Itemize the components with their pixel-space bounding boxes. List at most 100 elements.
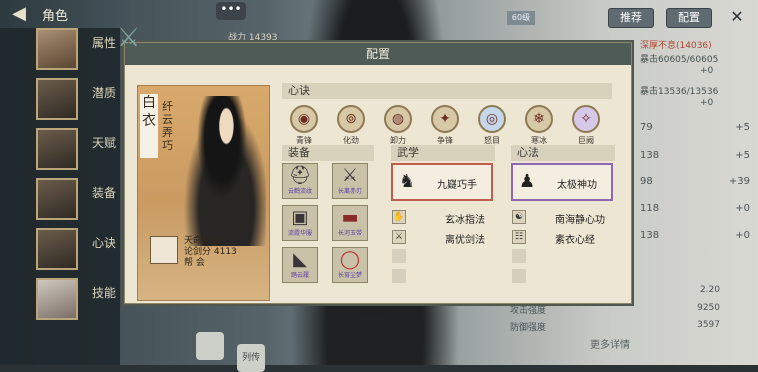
attribute-row: 79 +5	[640, 122, 750, 133]
xinjue-skill[interactable]: ◎ 怒目	[472, 105, 512, 146]
equipment-section-header: 装备	[282, 145, 374, 161]
attribute-bonus: +0	[735, 230, 750, 241]
character-card: 白衣 纤云弄巧 天命无名 论剑分 4113 帮 会	[137, 85, 270, 301]
martial-sub-skill[interactable]: ✋ 玄冰指法	[391, 209, 493, 227]
xinjue-section-header: 心诀	[282, 83, 612, 99]
belt-icon: ▬	[341, 207, 359, 228]
config-modal: 配置 ⚔ 白衣 纤云弄巧 天命无名 论剑分 4113 帮 会 心诀 ◉ 青锋 ⊚ 化…	[117, 23, 632, 304]
attribute-value: 118	[640, 203, 660, 214]
page-title: 角色	[42, 9, 69, 24]
stat-line: 暴击60605/60605	[640, 55, 719, 65]
biography-button[interactable]: 列传	[237, 344, 266, 372]
empty-skill-slot[interactable]	[392, 249, 406, 263]
tab-skills[interactable]: 技能	[92, 284, 122, 334]
martial-pose-icon: ♞	[399, 171, 416, 192]
xinjue-skill[interactable]: ✦ 争锋	[425, 105, 465, 146]
scroll-icon[interactable]	[196, 332, 224, 360]
attribute-bonus: +39	[728, 176, 750, 187]
flame-icon: ✦	[431, 105, 459, 133]
equipment-label: 踏云履	[290, 272, 309, 279]
attribute-value: 138	[640, 150, 660, 161]
back-button[interactable]: ◀	[8, 4, 30, 24]
mental-sub-skill[interactable]: ☯ 南海静心功	[511, 209, 613, 227]
helmet-icon: ⛑	[288, 165, 312, 186]
tab-equipment[interactable]: 装备	[92, 184, 122, 234]
xinjue-skill[interactable]: ✧ 巨阙	[566, 105, 606, 146]
party-portraits	[36, 28, 80, 328]
party-portrait[interactable]	[36, 278, 78, 320]
stat-line: +0	[700, 98, 714, 108]
mental-sub-name: 南海静心功	[555, 215, 605, 226]
equipment-slot-boots[interactable]: ◣ 踏云履	[282, 247, 318, 283]
more-options-button[interactable]: •••	[216, 2, 246, 20]
snowflake-icon: ❄	[525, 105, 553, 133]
stat-label: 防御强度	[510, 323, 547, 333]
equipment-label: 长离赤刃	[337, 188, 362, 195]
equipment-slot-ring[interactable]: ◯ 长宵尘梦	[332, 247, 368, 283]
armor-icon: ▣	[291, 207, 309, 228]
info-line: 天命无名	[184, 236, 221, 246]
mental-sub-name: 素衣心经	[555, 235, 595, 246]
eye-icon: ◎	[478, 105, 506, 133]
martial-main-name: 九嶷巧手	[437, 180, 477, 191]
equipment-slot-belt[interactable]: ▬ 长河玉带	[332, 205, 368, 241]
ring-icon: ◯	[339, 249, 361, 270]
martial-sub-name: 离优剑法	[445, 235, 485, 246]
equipment-label: 长河玉带	[337, 230, 362, 237]
modal-title: 配置	[125, 43, 631, 65]
equipment-slot-weapon[interactable]: ⚔ 长离赤刃	[332, 163, 368, 199]
xinjue-skill[interactable]: ◉ 青锋	[284, 105, 324, 146]
xinjue-skill[interactable]: ⊚ 化劲	[331, 105, 371, 146]
config-button[interactable]: 配置	[666, 8, 712, 28]
bottom-icon-bar: 列传	[196, 332, 273, 372]
character-title: 纤云弄巧	[162, 100, 173, 152]
stat-line: 暴击13536/13536	[640, 87, 719, 97]
martial-main-skill[interactable]: ♞ 九嶷巧手	[391, 163, 493, 201]
more-details-button[interactable]: 更多详情	[590, 336, 630, 351]
character-info: 天命无名 论剑分 4113 帮 会	[184, 236, 237, 269]
attribute-bonus: +5	[735, 122, 750, 133]
gem-icon: ✧	[572, 105, 600, 133]
party-portrait[interactable]	[36, 128, 78, 170]
close-icon[interactable]: ✕	[728, 8, 746, 26]
mental-sub-skill[interactable]: ☷ 素衣心经	[511, 229, 613, 247]
equipment-label: 云鹤流纹	[287, 188, 312, 195]
empty-skill-slot[interactable]	[392, 269, 406, 283]
stat-label: 攻击强度	[510, 306, 547, 316]
party-portrait[interactable]	[36, 28, 78, 70]
attribute-row: 138 +5	[640, 150, 750, 161]
stat-value: 3597	[697, 320, 720, 330]
stat-row: 防御强度 3597	[510, 320, 720, 333]
martial-sub-name: 玄冰指法	[445, 215, 485, 226]
status-note: 深厚不息(14036)	[640, 41, 712, 51]
boots-icon: ◣	[293, 249, 307, 270]
empty-skill-slot[interactable]	[512, 269, 526, 283]
xinjue-skill[interactable]: ❄ 寒冰	[519, 105, 559, 146]
character-name: 白衣	[140, 94, 158, 158]
top-bar: ◀ 角色	[0, 0, 130, 28]
mental-main-skill[interactable]: ♟ 太极神功	[511, 163, 613, 201]
party-portrait[interactable]	[36, 78, 78, 120]
attribute-row: 138 +0	[640, 230, 750, 241]
taiji-icon: ☯	[512, 210, 526, 224]
equipment-label: 长宵尘梦	[337, 272, 362, 279]
character-tabs: 属性 潜质 天赋 装备 心诀 技能	[92, 34, 122, 334]
martial-sub-skill[interactable]: ⚔ 离优剑法	[391, 229, 493, 247]
stat-value: 2.20	[699, 285, 720, 295]
equipment-slot-armor[interactable]: ▣ 流霞华服	[282, 205, 318, 241]
xinjue-skill[interactable]: ◍ 卸力	[378, 105, 418, 146]
tab-talent[interactable]: 天赋	[92, 134, 122, 184]
mental-section-header: 心法	[511, 145, 615, 161]
attribute-bonus: +0	[735, 203, 750, 214]
tab-potential[interactable]: 潜质	[92, 84, 122, 134]
party-portrait[interactable]	[36, 178, 78, 220]
recommend-button[interactable]: 推荐	[608, 8, 654, 28]
empty-skill-slot[interactable]	[512, 249, 526, 263]
attribute-bonus: +5	[735, 150, 750, 161]
stat-row: 攻击强度 9250	[510, 303, 720, 316]
info-line: 帮 会	[184, 258, 205, 268]
attribute-row: 118 +0	[640, 203, 750, 214]
party-portrait[interactable]	[36, 228, 78, 270]
tab-xinjue[interactable]: 心诀	[92, 234, 122, 284]
equipment-slot-helmet[interactable]: ⛑ 云鹤流纹	[282, 163, 318, 199]
